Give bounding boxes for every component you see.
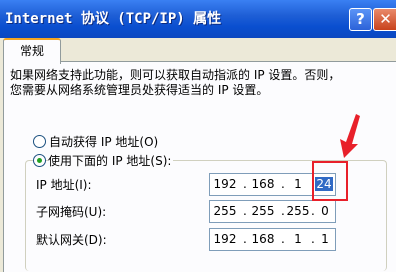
- mask-octet-3[interactable]: 255: [285, 204, 311, 218]
- highlight-box: [312, 161, 348, 201]
- octet-separator: .: [243, 204, 247, 218]
- auto-ip-radio[interactable]: [33, 135, 46, 148]
- auto-ip-label[interactable]: 自动获得 IP 地址(O): [49, 133, 158, 150]
- subnet-mask-label: 子网掩码(U):: [36, 205, 107, 219]
- manual-ip-radio[interactable]: [33, 154, 46, 167]
- mask-octet-1[interactable]: 255: [212, 204, 238, 218]
- default-gateway-field[interactable]: 192 . 168 . 1 . 1: [209, 228, 336, 251]
- tab-general[interactable]: 常规: [3, 38, 61, 64]
- title-bar[interactable]: Internet 协议 (TCP/IP) 属性 ? ✕: [0, 0, 396, 38]
- ip-address-label: IP 地址(I):: [36, 178, 92, 192]
- description-line-2: 您需要从网络系统管理员处获得适当的 IP 设置。: [10, 83, 269, 97]
- octet-separator: .: [243, 177, 247, 191]
- help-button[interactable]: ?: [349, 8, 372, 31]
- ip-octet-2[interactable]: 168: [250, 177, 276, 191]
- ip-octet-3[interactable]: 1: [285, 177, 311, 191]
- window-title: Internet 协议 (TCP/IP) 属性: [5, 11, 222, 27]
- octet-separator: .: [243, 232, 247, 246]
- gateway-octet-1[interactable]: 192: [212, 232, 238, 246]
- description-line-1: 如果网络支持此功能，则可以获取自动指派的 IP 设置。否则，: [10, 68, 341, 82]
- default-gateway-label: 默认网关(D):: [36, 233, 107, 247]
- gateway-octet-4[interactable]: 1: [312, 232, 338, 246]
- description-text: 如果网络支持此功能，则可以获取自动指派的 IP 设置。否则， 您需要从网络系统管…: [10, 68, 390, 98]
- close-button[interactable]: ✕: [373, 8, 396, 31]
- mask-octet-2[interactable]: 255: [250, 204, 276, 218]
- mask-octet-4[interactable]: 0: [312, 204, 338, 218]
- ip-octet-1[interactable]: 192: [212, 177, 238, 191]
- gateway-octet-3[interactable]: 1: [285, 232, 311, 246]
- down-arrow-icon: [340, 114, 360, 158]
- subnet-mask-field[interactable]: 255 . 255 . 255 . 0: [209, 200, 336, 223]
- manual-ip-label[interactable]: 使用下面的 IP 地址(S):: [48, 152, 174, 169]
- gateway-octet-2[interactable]: 168: [250, 232, 276, 246]
